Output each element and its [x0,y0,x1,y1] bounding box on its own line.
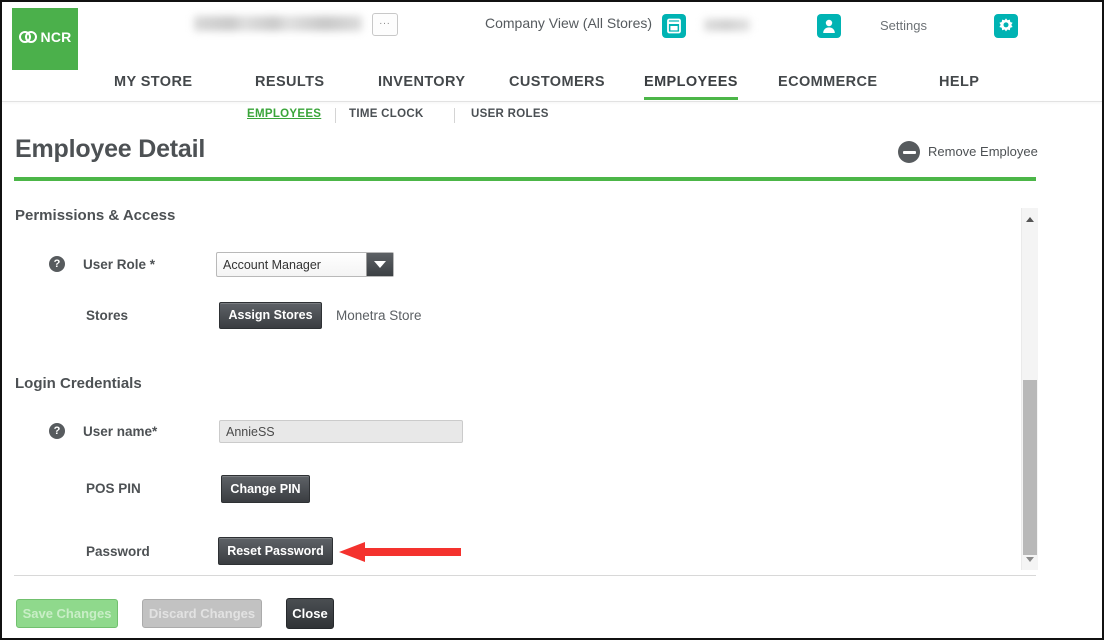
main-navigation: MY STORE RESULTS INVENTORY CUSTOMERS EMP… [2,68,1102,101]
user-role-label: User Role * [83,257,156,272]
scroll-down-button[interactable] [1022,551,1038,567]
nav-item-my-store[interactable]: MY STORE [114,74,192,97]
subnav-separator [454,108,455,123]
sub-navigation: EMPLOYEES TIME CLOCK USER ROLES [2,102,1102,128]
gear-icon[interactable] [994,14,1018,38]
page-title: Employee Detail [15,135,206,163]
secondary-redacted-label [704,19,750,31]
subnav-item-user-roles[interactable]: USER ROLES [471,108,549,120]
scroll-up-button[interactable] [1022,211,1038,227]
ncr-logo-text: NCR [40,29,72,46]
assigned-store-name: Monetra Store [336,308,422,323]
nav-item-employees[interactable]: EMPLOYEES [644,74,738,100]
assign-stores-button[interactable]: Assign Stores [219,302,322,329]
close-button[interactable]: Close [286,598,334,629]
login-credentials-heading: Login Credentials [15,375,142,392]
company-view-label[interactable]: Company View (All Stores) [485,15,652,31]
remove-employee-label: Remove Employee [928,144,1038,159]
nav-item-customers[interactable]: CUSTOMERS [509,74,605,97]
user-name-help-icon[interactable]: ? [49,423,65,439]
stores-label: Stores [86,308,129,323]
nav-item-help[interactable]: HELP [939,74,979,97]
footer-divider [14,575,1036,576]
user-name-input[interactable] [219,420,463,443]
save-changes-button[interactable]: Save Changes [16,599,118,628]
user-role-help-icon[interactable]: ? [49,256,65,272]
nav-item-ecommerce[interactable]: ECOMMERCE [778,74,877,97]
store-icon[interactable] [662,14,686,38]
subnav-item-employees[interactable]: EMPLOYEES [247,108,321,120]
user-role-selected-value: Account Manager [223,258,321,272]
title-underline-rule [14,177,1036,181]
user-role-select[interactable]: Account Manager [216,252,394,277]
store-selector-ellipsis-button[interactable]: ... [372,13,398,36]
permissions-access-heading: Permissions & Access [15,207,176,224]
content-scrollbar[interactable] [1021,208,1038,570]
discard-changes-button[interactable]: Discard Changes [142,599,262,628]
settings-label[interactable]: Settings [880,18,927,33]
subnav-separator [335,108,336,123]
user-name-label: User name* [83,424,158,439]
chevron-down-icon[interactable] [366,253,393,276]
employee-detail-page: NCR ... Company View (All Stores) Settin… [0,0,1104,640]
nav-item-inventory[interactable]: INVENTORY [378,74,465,97]
password-label: Password [86,544,150,559]
reset-password-button[interactable]: Reset Password [218,537,333,565]
change-pin-button[interactable]: Change PIN [221,475,310,503]
scrollbar-thumb[interactable] [1023,380,1037,555]
subnav-item-time-clock[interactable]: TIME CLOCK [349,108,424,120]
app-header: NCR ... Company View (All Stores) Settin… [2,2,1102,70]
minus-circle-icon [898,141,920,163]
ncr-logo: NCR [12,8,78,70]
annotation-arrow-icon [339,542,461,562]
ncr-rings-icon [18,30,39,44]
pos-pin-label: POS PIN [86,481,141,496]
store-name-redacted [194,16,362,31]
nav-item-results[interactable]: RESULTS [255,74,324,97]
person-icon[interactable] [817,14,841,38]
